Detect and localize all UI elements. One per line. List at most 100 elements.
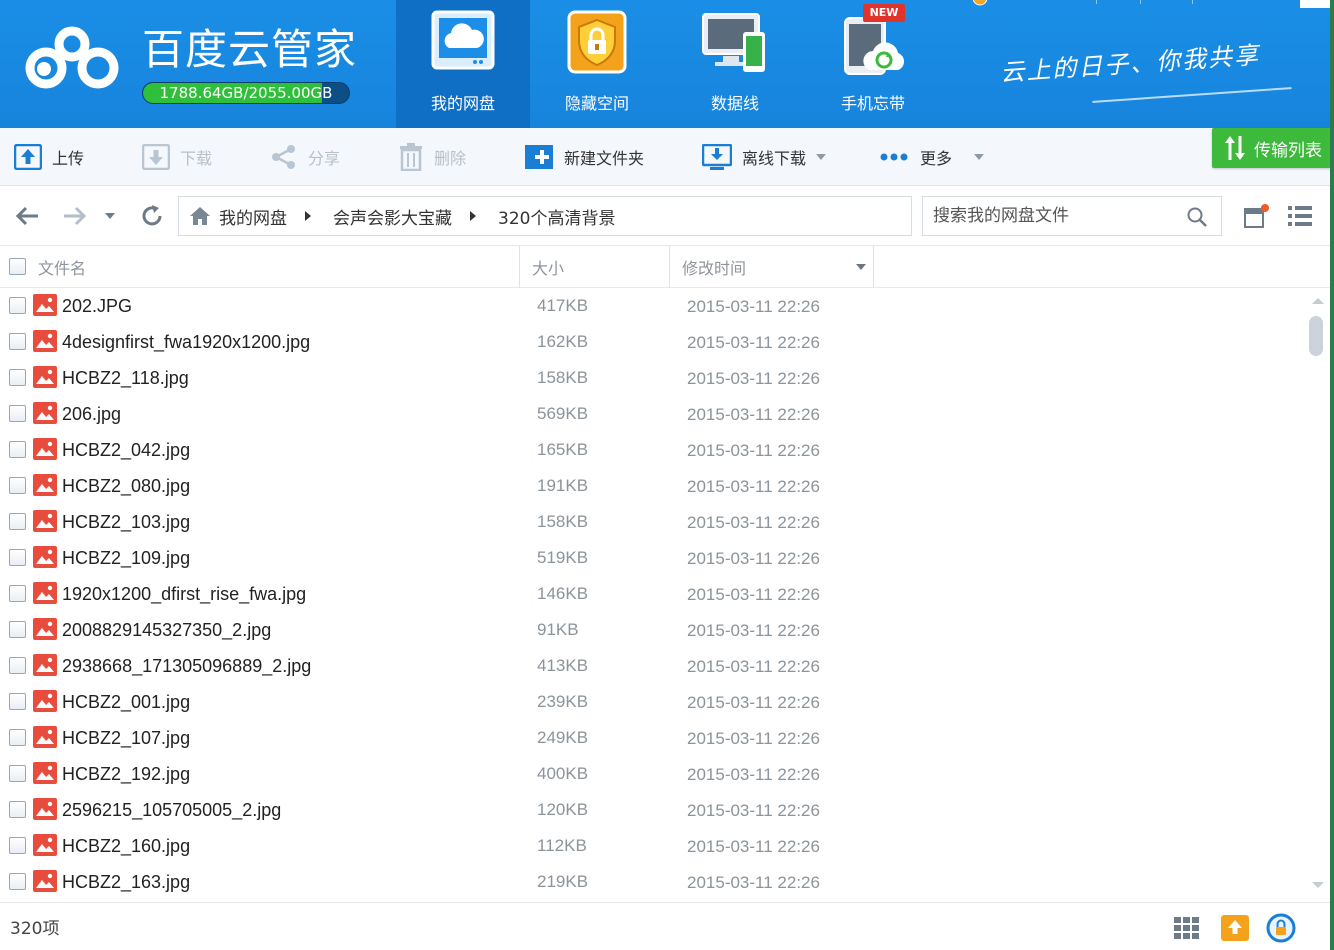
delete-button[interactable]: 删除 — [398, 128, 466, 186]
file-name[interactable]: HCBZ2_163.jpg — [62, 864, 190, 900]
file-name[interactable]: 2596215_105705005_2.jpg — [62, 792, 281, 828]
scroll-up-icon[interactable] — [1312, 298, 1324, 304]
file-row[interactable]: HCBZ2_163.jpg 219KB 2015-03-11 22:26 — [0, 864, 1306, 900]
vertical-scrollbar[interactable] — [1306, 288, 1328, 900]
file-row[interactable]: 202.JPG 417KB 2015-03-11 22:26 — [0, 288, 1306, 324]
row-checkbox[interactable] — [9, 873, 26, 890]
column-divider[interactable] — [873, 246, 874, 288]
home-icon[interactable] — [189, 206, 211, 226]
row-checkbox[interactable] — [9, 477, 26, 494]
file-row[interactable]: 2596215_105705005_2.jpg 120KB 2015-03-11 2… — [0, 792, 1306, 828]
file-name[interactable]: HCBZ2_160.jpg — [62, 828, 190, 864]
more-dots-icon — [880, 153, 908, 161]
thumbnail-view-icon[interactable] — [1244, 204, 1270, 228]
more-button[interactable]: 更多 — [880, 128, 985, 186]
column-header-size[interactable]: 大小 — [532, 246, 564, 288]
nav-data-cable[interactable]: 数据线 — [668, 0, 802, 128]
row-checkbox[interactable] — [9, 729, 26, 746]
select-all-checkbox[interactable] — [9, 258, 26, 275]
column-header-modified[interactable]: 修改时间 — [682, 246, 746, 288]
row-checkbox[interactable] — [9, 621, 26, 638]
file-row[interactable]: 206.jpg 569KB 2015-03-11 22:26 — [0, 396, 1306, 432]
share-button[interactable]: 分享 — [270, 128, 340, 186]
file-row[interactable]: HCBZ2_001.jpg 239KB 2015-03-11 22:26 — [0, 684, 1306, 720]
file-row[interactable]: 1920x1200_dfirst_rise_fwa.jpg 146KB 2015-0… — [0, 576, 1306, 612]
row-checkbox[interactable] — [9, 441, 26, 458]
column-header-name[interactable]: 文件名 — [38, 246, 86, 288]
nav-hidden-space[interactable]: 隐藏空间 — [530, 0, 664, 128]
file-name[interactable]: HCBZ2_080.jpg — [62, 468, 190, 504]
file-name[interactable]: HCBZ2_107.jpg — [62, 720, 190, 756]
forward-button[interactable] — [62, 204, 86, 228]
toolbar: 上传 下载 分享 删除 新建文件夹 离线下载 更多 传输列表 — [0, 128, 1334, 186]
breadcrumb-item[interactable]: 320个高清背景 — [498, 204, 615, 229]
file-name[interactable]: 1920x1200_dfirst_rise_fwa.jpg — [62, 576, 306, 612]
row-checkbox[interactable] — [9, 297, 26, 314]
image-file-icon — [33, 870, 57, 892]
offline-download-button[interactable]: 离线下载 — [702, 128, 827, 186]
item-count: 320项 — [10, 919, 60, 939]
scroll-down-icon[interactable] — [1312, 882, 1324, 888]
download-button[interactable]: 下载 — [142, 128, 212, 186]
file-name[interactable]: HCBZ2_109.jpg — [62, 540, 190, 576]
breadcrumb-item[interactable]: 会声会影大宝藏 — [333, 204, 452, 229]
file-name[interactable]: HCBZ2_001.jpg — [62, 684, 190, 720]
file-name[interactable]: 202.JPG — [62, 288, 132, 324]
list-view-icon[interactable] — [1288, 206, 1312, 226]
file-name[interactable]: 2938668_171305096889_2.jpg — [62, 648, 311, 684]
row-checkbox[interactable] — [9, 693, 26, 710]
row-checkbox[interactable] — [9, 657, 26, 674]
back-button[interactable] — [16, 204, 40, 228]
row-checkbox[interactable] — [9, 405, 26, 422]
image-file-icon — [33, 402, 57, 424]
column-divider[interactable] — [519, 246, 520, 288]
file-row[interactable]: HCBZ2_160.jpg 112KB 2015-03-11 22:26 — [0, 828, 1306, 864]
row-checkbox[interactable] — [9, 585, 26, 602]
sort-chevron-down-icon[interactable] — [856, 264, 866, 270]
row-checkbox[interactable] — [9, 513, 26, 530]
row-checkbox[interactable] — [9, 333, 26, 350]
file-row[interactable]: HCBZ2_109.jpg 519KB 2015-03-11 22:26 — [0, 540, 1306, 576]
file-row[interactable]: HCBZ2_080.jpg 191KB 2015-03-11 22:26 — [0, 468, 1306, 504]
slogan: 云上的日子、你我共享 — [999, 40, 1261, 88]
file-row[interactable]: HCBZ2_118.jpg 158KB 2015-03-11 22:26 — [0, 360, 1306, 396]
file-row[interactable]: 2008829145327350_2.jpg 91KB 2015-03-11 22:… — [0, 612, 1306, 648]
search-icon[interactable] — [1187, 207, 1207, 227]
file-row[interactable]: 4designfirst_fwa1920x1200.jpg 162KB 2015-0… — [0, 324, 1306, 360]
file-name[interactable]: HCBZ2_118.jpg — [62, 360, 189, 396]
file-row[interactable]: HCBZ2_107.jpg 249KB 2015-03-11 22:26 — [0, 720, 1306, 756]
row-checkbox[interactable] — [9, 837, 26, 854]
file-name[interactable]: HCBZ2_103.jpg — [62, 504, 190, 540]
transfer-list-button[interactable]: 传输列表 — [1212, 128, 1334, 168]
file-name[interactable]: 4designfirst_fwa1920x1200.jpg — [62, 324, 310, 360]
grid-apps-icon[interactable] — [1172, 913, 1202, 943]
file-name[interactable]: HCBZ2_192.jpg — [62, 756, 190, 792]
row-checkbox[interactable] — [9, 765, 26, 782]
new-folder-button[interactable]: 新建文件夹 — [524, 128, 644, 186]
file-name[interactable]: 206.jpg — [62, 396, 121, 432]
scroll-thumb[interactable] — [1309, 316, 1323, 356]
refresh-button[interactable] — [140, 204, 164, 228]
row-checkbox[interactable] — [9, 369, 26, 386]
nav-phone-forgot[interactable]: NEW 手机忘带 — [806, 0, 940, 128]
file-size: 413KB — [537, 656, 589, 675]
breadcrumb-item[interactable]: 我的网盘 — [219, 204, 287, 229]
search-box — [922, 196, 1222, 236]
search-input[interactable] — [933, 197, 1173, 235]
nav-my-disk[interactable]: 我的网盘 — [396, 0, 530, 128]
column-divider[interactable] — [669, 246, 670, 288]
file-row[interactable]: HCBZ2_103.jpg 158KB 2015-03-11 22:26 — [0, 504, 1306, 540]
close-icon — [1300, 0, 1330, 8]
file-name[interactable]: HCBZ2_042.jpg — [62, 432, 190, 468]
row-checkbox[interactable] — [9, 801, 26, 818]
file-modified-date: 2015-03-11 22:26 — [687, 297, 820, 316]
upload-tray-icon[interactable] — [1220, 913, 1250, 943]
file-name[interactable]: 2008829145327350_2.jpg — [62, 612, 271, 648]
file-row[interactable]: 2938668_171305096889_2.jpg 413KB 2015-03-1… — [0, 648, 1306, 684]
safe-lock-icon[interactable] — [1266, 913, 1296, 943]
row-checkbox[interactable] — [9, 549, 26, 566]
file-row[interactable]: HCBZ2_192.jpg 400KB 2015-03-11 22:26 — [0, 756, 1306, 792]
upload-button[interactable]: 上传 — [14, 128, 84, 186]
history-dropdown[interactable] — [98, 204, 122, 228]
file-row[interactable]: HCBZ2_042.jpg 165KB 2015-03-11 22:26 — [0, 432, 1306, 468]
